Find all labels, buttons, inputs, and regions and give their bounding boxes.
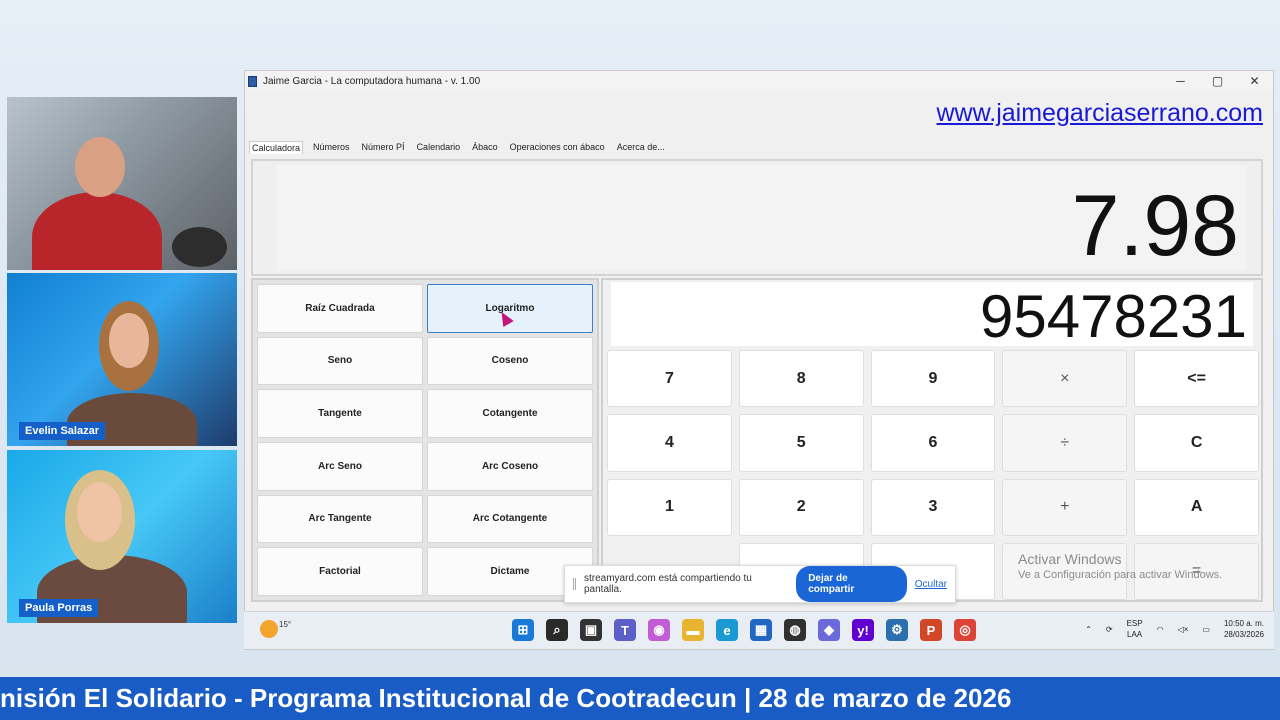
app-icon — [248, 75, 257, 87]
watermark-subtitle: Ve a Configuración para activar Windows. — [1018, 569, 1223, 581]
result-panel: 7.98 — [251, 159, 1263, 276]
sin-button[interactable]: Seno — [257, 336, 423, 386]
key-1[interactable]: 1 — [607, 478, 732, 536]
participant-tile-1 — [7, 97, 237, 270]
edge-icon[interactable]: e — [716, 619, 738, 641]
key-5[interactable]: 5 — [738, 414, 864, 472]
key-a[interactable]: A — [1134, 478, 1259, 536]
wifi-icon[interactable]: ◠ — [1157, 625, 1164, 634]
clock-date: 28/03/2026 — [1223, 630, 1264, 639]
arctan-button[interactable]: Arc Tangente — [257, 494, 423, 544]
tab-bar: Calculadora Números Número PÍ Calendario… — [249, 141, 667, 154]
windows-start-icon[interactable]: ⊞ — [512, 619, 534, 641]
key-plus[interactable]: + — [1002, 478, 1128, 536]
window-controls: ─ ▢ ✕ — [1162, 74, 1273, 88]
website-link[interactable]: www.jaimegarciaserrano.com — [936, 99, 1263, 128]
key-9[interactable]: 9 — [870, 350, 996, 408]
tab-numero-pi[interactable]: Número PÍ — [360, 141, 407, 154]
store-icon[interactable]: ▦ — [750, 619, 772, 641]
tab-calculadora[interactable]: Calculadora — [249, 141, 304, 154]
key-backspace[interactable]: <= — [1134, 350, 1259, 408]
battery-icon[interactable]: ▭ — [1202, 625, 1210, 634]
key-8[interactable]: 8 — [738, 350, 864, 408]
tab-numeros[interactable]: Números — [311, 141, 352, 154]
participant-head — [77, 482, 122, 542]
maximize-icon[interactable]: ▢ — [1199, 74, 1236, 88]
key-7[interactable]: 7 — [607, 350, 732, 408]
powerpoint-icon[interactable]: P — [920, 619, 942, 641]
share-message: streamyard.com está compartiendo tu pant… — [583, 573, 752, 595]
calculator-app-icon[interactable]: ⚙ — [886, 619, 908, 641]
activation-watermark: Activar Windows Ve a Configuración para … — [1018, 551, 1222, 581]
input-value: 95478231 — [980, 283, 1247, 350]
search-icon[interactable]: ⌕ — [546, 619, 568, 641]
participant-name-tag: Paula Porras — [19, 599, 99, 617]
key-6[interactable]: 6 — [870, 414, 996, 472]
tab-abaco[interactable]: Ábaco — [470, 141, 500, 154]
participant-body — [32, 192, 162, 270]
sync-icon[interactable]: ⟳ — [1106, 625, 1113, 634]
clock[interactable]: 10:50 a. m. 28/03/2026 — [1224, 618, 1264, 640]
arccot-button[interactable]: Arc Cotangente — [427, 494, 593, 544]
copilot-icon[interactable]: ◉ — [648, 619, 670, 641]
function-buttons: Raíz Cuadrada Logaritmo Seno Coseno Tang… — [251, 278, 599, 602]
key-3[interactable]: 3 — [870, 478, 996, 536]
temperature: 15° — [279, 620, 292, 629]
participant-name-tag: Evelin Salazar — [19, 422, 105, 440]
participant-tile-2: Evelin Salazar — [7, 273, 237, 446]
tab-calendario[interactable]: Calendario — [415, 141, 463, 154]
screen-share-bar: streamyard.com está compartiendo tu pant… — [564, 565, 956, 603]
result-value: 7.98 — [1071, 178, 1239, 274]
chevron-up-icon[interactable]: ⌃ — [1085, 625, 1092, 634]
key-clear[interactable]: C — [1134, 414, 1259, 472]
factorial-button[interactable]: Factorial — [257, 547, 423, 596]
obs-icon[interactable]: ◍ — [784, 619, 806, 641]
chrome-icon[interactable]: ◎ — [954, 619, 976, 641]
key-divide[interactable]: ÷ — [1002, 414, 1128, 472]
drag-handle-icon[interactable] — [573, 578, 576, 590]
tan-button[interactable]: Tangente — [257, 389, 423, 438]
system-tray: ⌃ ⟳ ESP LAA ◠ ◁× ▭ 10:50 a. m. 28/03/202… — [1085, 618, 1264, 640]
arcsin-button[interactable]: Arc Seno — [257, 442, 423, 491]
language-code: ESP — [1126, 619, 1143, 628]
app-icon[interactable]: ◆ — [818, 619, 840, 641]
mute-icon[interactable]: ◁× — [1178, 625, 1189, 634]
file-explorer-icon[interactable]: ▬ — [682, 619, 704, 641]
input-display: 95478231 — [611, 282, 1253, 350]
stop-sharing-button[interactable]: Dejar de compartir — [796, 566, 907, 602]
hide-link[interactable]: Ocultar — [915, 579, 947, 590]
language-indicator[interactable]: ESP LAA — [1127, 618, 1143, 640]
log-button[interactable]: Logaritmo — [427, 284, 593, 333]
arccos-button[interactable]: Arc Coseno — [427, 442, 593, 491]
cot-button[interactable]: Cotangente — [427, 389, 593, 438]
weather-widget[interactable]: 15° — [260, 620, 291, 638]
clock-time: 10:50 a. m. — [1223, 619, 1264, 628]
sqrt-button[interactable]: Raíz Cuadrada — [257, 284, 423, 333]
yahoo-icon[interactable]: y! — [852, 619, 874, 641]
key-4[interactable]: 4 — [607, 414, 732, 472]
watermark-title: Activar Windows — [1018, 551, 1122, 567]
participant-tile-3: Paula Porras — [7, 450, 237, 623]
result-display: 7.98 — [277, 165, 1247, 274]
title-bar: Jaime Garcia - La computadora humana - v… — [245, 71, 1273, 91]
taskbar-apps: ⊞ ⌕ ▣ T ◉ ▬ e ▦ ◍ ◆ y! ⚙ P ◎ — [512, 619, 976, 641]
sun-icon — [260, 620, 278, 638]
tab-acerca-de[interactable]: Acerca de... — [615, 141, 667, 154]
minimize-icon[interactable]: ─ — [1162, 74, 1199, 88]
cos-button[interactable]: Coseno — [427, 336, 593, 386]
window-title: Jaime Garcia - La computadora humana - v… — [263, 75, 481, 87]
key-2[interactable]: 2 — [738, 478, 864, 536]
broadcast-banner: nisión El Solidario - Programa Instituci… — [0, 677, 1280, 720]
key-multiply[interactable]: × — [1002, 350, 1128, 408]
keyboard-layout: LAA — [1127, 630, 1143, 639]
microphone — [172, 227, 227, 267]
participant-head — [75, 137, 125, 197]
close-icon[interactable]: ✕ — [1236, 74, 1273, 88]
teams-icon[interactable]: T — [614, 619, 636, 641]
tab-operaciones-abaco[interactable]: Operaciones con ábaco — [508, 141, 607, 154]
task-view-icon[interactable]: ▣ — [580, 619, 602, 641]
participant-head — [109, 313, 149, 368]
taskbar: 15° ⊞ ⌕ ▣ T ◉ ▬ e ▦ ◍ ◆ y! ⚙ P ◎ ⌃ ⟳ ESP LAA ◠ ◁× ▭ 1… — [244, 611, 1274, 649]
